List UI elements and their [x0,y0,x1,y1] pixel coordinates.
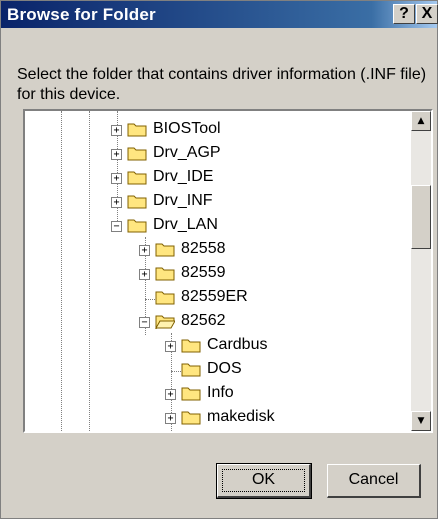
expand-icon[interactable]: + [111,125,122,136]
vertical-scrollbar[interactable]: ▲ ▼ [411,111,431,431]
folder-icon [127,123,147,137]
folder-icon [127,171,147,185]
tree-item-label: Drv_LAN [153,216,218,233]
folder-icon [127,147,147,161]
tree-item-label: Drv_INF [153,192,213,209]
folder-icon [181,387,201,401]
expand-icon[interactable]: + [165,389,176,400]
title-bar[interactable]: Browse for Folder ? X [1,1,438,28]
cancel-button[interactable]: Cancel [327,464,421,498]
tree-item-label: Info [207,384,234,401]
expand-icon[interactable]: + [165,413,176,424]
scroll-thumb[interactable] [411,185,431,249]
open-folder-icon [155,315,175,329]
tree-guide-line [61,111,62,431]
tree-connector-line [145,299,155,300]
ok-button[interactable]: OK [216,463,312,499]
instruction-text: Select the folder that contains driver i… [17,66,427,103]
close-button[interactable]: X [416,4,438,24]
folder-icon [127,195,147,209]
folder-icon [155,243,175,257]
tree-item-label: BIOSTool [153,120,221,137]
collapse-icon[interactable]: − [139,317,150,328]
tree-item-label: makedisk [207,408,275,425]
folder-icon [181,363,201,377]
scroll-down-button[interactable]: ▼ [411,411,431,431]
tree-connector-line [171,371,181,372]
browse-for-folder-dialog: Browse for Folder ? X Select the folder … [0,0,438,519]
folder-icon [181,411,201,425]
tree-item-label: Drv_IDE [153,168,214,185]
expand-icon[interactable]: + [165,341,176,352]
folder-tree[interactable]: + BIOSTool + Drv_AGP + Drv_IDE + Drv_INF… [23,109,433,433]
expand-icon[interactable]: + [111,197,122,208]
folder-icon [155,267,175,281]
tree-item-label: 82559 [181,264,226,281]
focus-rectangle [222,469,305,492]
tree-item-label: DOS [207,360,242,377]
folder-icon [127,219,147,233]
collapse-icon[interactable]: − [111,221,122,232]
tree-item-label: 82558 [181,240,226,257]
tree-item-label: 82562 [181,312,226,329]
expand-icon[interactable]: + [111,173,122,184]
folder-icon [155,291,175,305]
expand-icon[interactable]: + [139,245,150,256]
scroll-up-button[interactable]: ▲ [411,111,431,131]
expand-icon[interactable]: + [111,149,122,160]
tree-item-label: 82559ER [181,288,248,305]
tree-guide-line [89,111,90,431]
help-button[interactable]: ? [393,4,415,24]
folder-icon [181,339,201,353]
dialog-title: Browse for Folder [7,5,156,24]
tree-item-label: Drv_AGP [153,144,221,161]
tree-item-label: Cardbus [207,336,268,353]
expand-icon[interactable]: + [139,269,150,280]
